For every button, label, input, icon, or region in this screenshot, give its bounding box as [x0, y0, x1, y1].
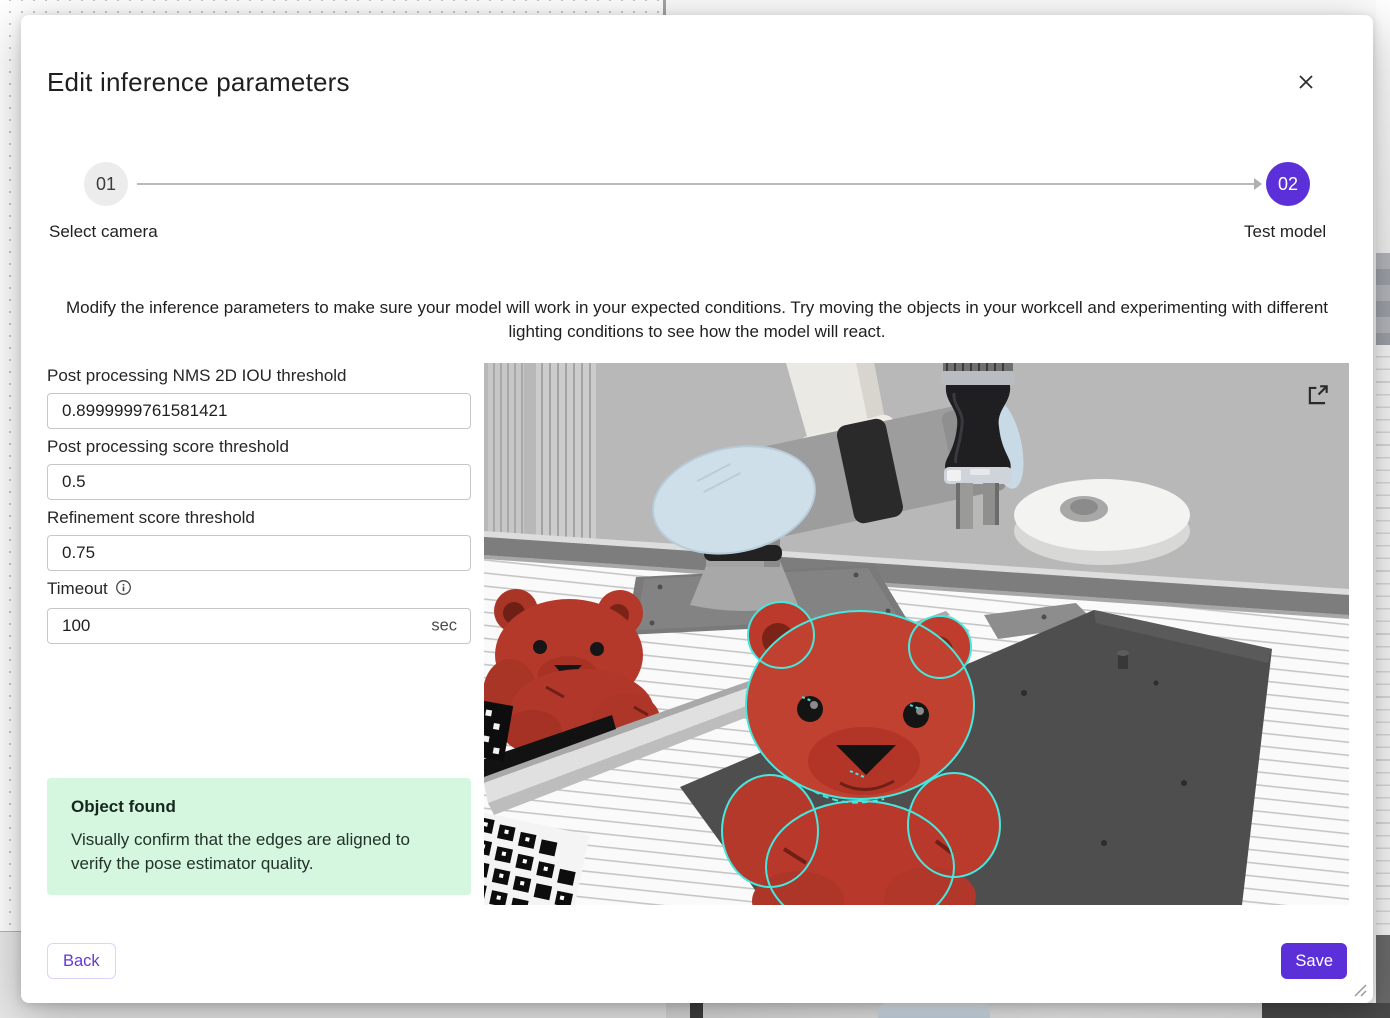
timeout-label: Timeout	[47, 578, 471, 602]
back-button[interactable]: Back	[47, 943, 116, 979]
scene-bottom-notch	[690, 1003, 703, 1018]
scene-strip-slats	[1376, 345, 1390, 935]
step-label-select-camera: Select camera	[49, 222, 158, 242]
step-indicator-test-model[interactable]: 02	[1266, 162, 1310, 206]
step-connector	[137, 183, 1255, 185]
background-scene-bottom	[666, 1003, 1390, 1018]
alert-message: Visually confirm that the edges are alig…	[71, 828, 447, 876]
scene-strip-top	[1376, 0, 1390, 253]
refinement-score-threshold-input[interactable]	[47, 535, 471, 571]
scene-strip-band	[1376, 253, 1390, 345]
nms-iou-threshold-label: Post processing NMS 2D IOU threshold	[47, 365, 471, 387]
scene-bottom-object	[878, 1003, 990, 1018]
nms-iou-threshold-field	[47, 393, 471, 429]
step-indicator-select-camera[interactable]: 01	[84, 162, 128, 206]
post-score-threshold-input[interactable]	[47, 464, 471, 500]
nms-iou-threshold-input[interactable]	[47, 393, 471, 429]
inference-parameters-form: Post processing NMS 2D IOU threshold Pos…	[47, 365, 471, 651]
page: Edit inference parameters 01 02 Select c…	[0, 0, 1390, 1018]
dialog-description: Modify the inference parameters to make …	[65, 296, 1329, 344]
save-button[interactable]: Save	[1281, 943, 1347, 979]
step-label-test-model: Test model	[1244, 222, 1326, 242]
resize-handle[interactable]	[1352, 982, 1368, 998]
dialog-title: Edit inference parameters	[47, 67, 350, 98]
post-score-threshold-field	[47, 464, 471, 500]
post-score-threshold-label: Post processing score threshold	[47, 436, 471, 458]
step-connector-arrow-icon	[1254, 178, 1262, 190]
teddy-bear-detected	[722, 602, 1000, 905]
scene-bottom-dark-area	[1262, 1003, 1390, 1018]
object-found-alert: Object found Visually confirm that the e…	[47, 778, 471, 895]
timeout-input[interactable]	[47, 608, 471, 644]
close-icon	[1296, 72, 1316, 92]
edit-inference-parameters-dialog: Edit inference parameters 01 02 Select c…	[21, 15, 1373, 1003]
white-spool	[1014, 479, 1190, 565]
model-test-viewport	[484, 363, 1349, 905]
workcell-render	[484, 363, 1349, 905]
close-button[interactable]	[1288, 64, 1324, 100]
timeout-field: sec	[47, 608, 471, 644]
background-scene-strip	[1376, 0, 1390, 1018]
refinement-score-threshold-field	[47, 535, 471, 571]
open-in-new-icon	[1305, 382, 1331, 408]
refinement-score-threshold-label: Refinement score threshold	[47, 507, 471, 529]
open-in-new-button[interactable]	[1304, 382, 1332, 410]
timeout-label-text: Timeout	[47, 579, 108, 598]
info-icon[interactable]	[115, 579, 132, 602]
timeout-unit-suffix: sec	[431, 617, 457, 636]
alert-title: Object found	[71, 797, 447, 817]
